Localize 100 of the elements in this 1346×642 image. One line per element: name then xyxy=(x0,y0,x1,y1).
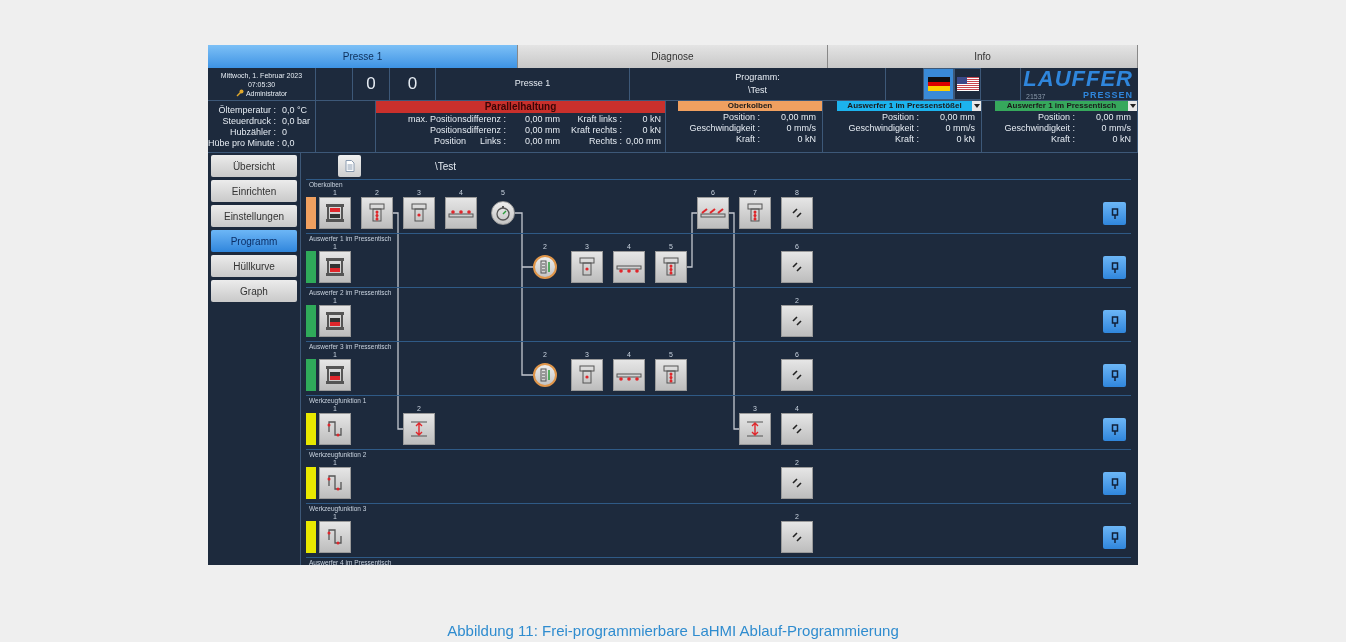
panel-header: Oberkolben xyxy=(678,101,822,111)
step-tile[interactable] xyxy=(571,251,603,283)
step-tile[interactable] xyxy=(739,197,771,229)
press-icon xyxy=(324,256,346,278)
ram-icon xyxy=(576,364,598,386)
step-tile[interactable] xyxy=(319,467,351,499)
step-node[interactable] xyxy=(533,255,557,279)
field-label: Position : xyxy=(1036,112,1075,123)
step-tile[interactable] xyxy=(739,413,771,445)
step-tile[interactable] xyxy=(781,467,813,499)
stroke-icon xyxy=(744,418,766,440)
step-node[interactable] xyxy=(491,201,515,225)
step-tile[interactable] xyxy=(361,197,393,229)
dropdown-button[interactable] xyxy=(1128,101,1137,111)
step-tile[interactable] xyxy=(781,521,813,553)
pin-button[interactable] xyxy=(1103,526,1126,549)
step-tile[interactable] xyxy=(781,305,813,337)
pin-button[interactable] xyxy=(1103,418,1126,441)
nav-button[interactable]: Einstellungen xyxy=(211,205,297,227)
step-tile[interactable] xyxy=(571,359,603,391)
step-tile[interactable] xyxy=(613,251,645,283)
field-label: Rechts : xyxy=(588,136,622,147)
pin-button[interactable] xyxy=(1103,472,1126,495)
document-button[interactable] xyxy=(338,155,361,177)
field-label: Kraft : xyxy=(894,134,919,145)
field-label: Geschwindigkeit : xyxy=(847,123,919,134)
double-slash-icon xyxy=(791,207,803,219)
counter-value: 0 xyxy=(366,73,376,96)
step-tile[interactable] xyxy=(319,251,351,283)
step-tile[interactable] xyxy=(781,413,813,445)
pin-button[interactable] xyxy=(1103,202,1126,225)
step-tile[interactable] xyxy=(697,197,729,229)
language-button[interactable] xyxy=(954,68,981,100)
pin-icon xyxy=(1110,423,1119,436)
plate-icon xyxy=(700,208,726,218)
pin-button[interactable] xyxy=(1103,364,1126,387)
step-tile[interactable] xyxy=(781,197,813,229)
step-tile[interactable] xyxy=(403,197,435,229)
german-flag-icon xyxy=(927,77,950,91)
field-label: Kraft : xyxy=(735,134,760,145)
field-label: max. Positionsdifferenz : xyxy=(408,114,506,125)
double-slash-icon xyxy=(791,423,803,435)
nav-button[interactable]: Übersicht xyxy=(211,155,297,177)
field-value: 0,00 mm xyxy=(939,112,975,123)
step-tile[interactable] xyxy=(319,197,351,229)
step-tile[interactable] xyxy=(319,359,351,391)
step-tile[interactable] xyxy=(781,251,813,283)
field-value: 0,00 mm xyxy=(524,114,560,125)
double-slash-icon xyxy=(791,261,803,273)
reading-value: 0,0 xyxy=(282,138,296,149)
field-value: 0,00 mm xyxy=(524,136,560,147)
field-value: 0,00 mm xyxy=(524,125,560,136)
pin-icon xyxy=(1110,477,1119,490)
panel-header: Auswerfer 1 im Pressentisch xyxy=(995,101,1128,111)
step-tile[interactable] xyxy=(613,359,645,391)
step-tile[interactable] xyxy=(781,359,813,391)
plate-icon xyxy=(448,208,474,218)
reading-label: Hubzähler : xyxy=(228,127,276,138)
tab[interactable]: Presse 1 xyxy=(208,45,518,68)
field-value: 0,00 mm xyxy=(780,112,816,123)
step-tile[interactable] xyxy=(655,251,687,283)
nav-button[interactable]: Graph xyxy=(211,280,297,302)
step-tile[interactable] xyxy=(403,413,435,445)
double-slash-icon xyxy=(791,531,803,543)
press-icon xyxy=(324,310,346,332)
language-button[interactable] xyxy=(923,68,954,100)
tab[interactable]: Diagnose xyxy=(518,45,828,68)
pin-button[interactable] xyxy=(1103,310,1126,333)
step-tile[interactable] xyxy=(445,197,477,229)
pin-icon xyxy=(1110,261,1119,274)
nav-button[interactable]: Hüllkurve xyxy=(211,255,297,277)
step-tile[interactable] xyxy=(655,359,687,391)
press-name: Presse 1 xyxy=(514,77,551,91)
document-icon xyxy=(344,160,355,172)
caret-icon xyxy=(1129,104,1136,108)
field-label: Links : xyxy=(480,136,506,147)
tab[interactable]: Info xyxy=(828,45,1138,68)
nav-button[interactable]: Einrichten xyxy=(211,180,297,202)
field-value: 0 mm/s xyxy=(1100,123,1131,134)
step-tile[interactable] xyxy=(319,521,351,553)
step-node[interactable] xyxy=(533,363,557,387)
field-value: 0 kN xyxy=(641,125,661,136)
field-label: Positionsdifferenz : xyxy=(430,125,506,136)
key-icon xyxy=(235,89,244,97)
step-tile[interactable] xyxy=(319,413,351,445)
stroke-icon xyxy=(408,418,430,440)
gauge-icon xyxy=(537,367,553,383)
figure-caption: Abbildung 11: Frei-programmierbare LaHMI Ablauf-Programmierung xyxy=(447,620,899,641)
reading-value: 0,0 °C xyxy=(282,105,309,116)
double-slash-icon xyxy=(791,369,803,381)
reading-value: 0 xyxy=(282,127,288,138)
caret-icon xyxy=(973,104,980,108)
nav-button[interactable]: Programm xyxy=(211,230,297,252)
dropdown-button[interactable] xyxy=(972,101,981,111)
field-label: Position xyxy=(433,136,466,147)
field-value: 0 mm/s xyxy=(785,123,816,134)
pin-icon xyxy=(1110,207,1119,220)
program-name: \Test xyxy=(748,84,767,97)
pin-button[interactable] xyxy=(1103,256,1126,279)
step-tile[interactable] xyxy=(319,305,351,337)
